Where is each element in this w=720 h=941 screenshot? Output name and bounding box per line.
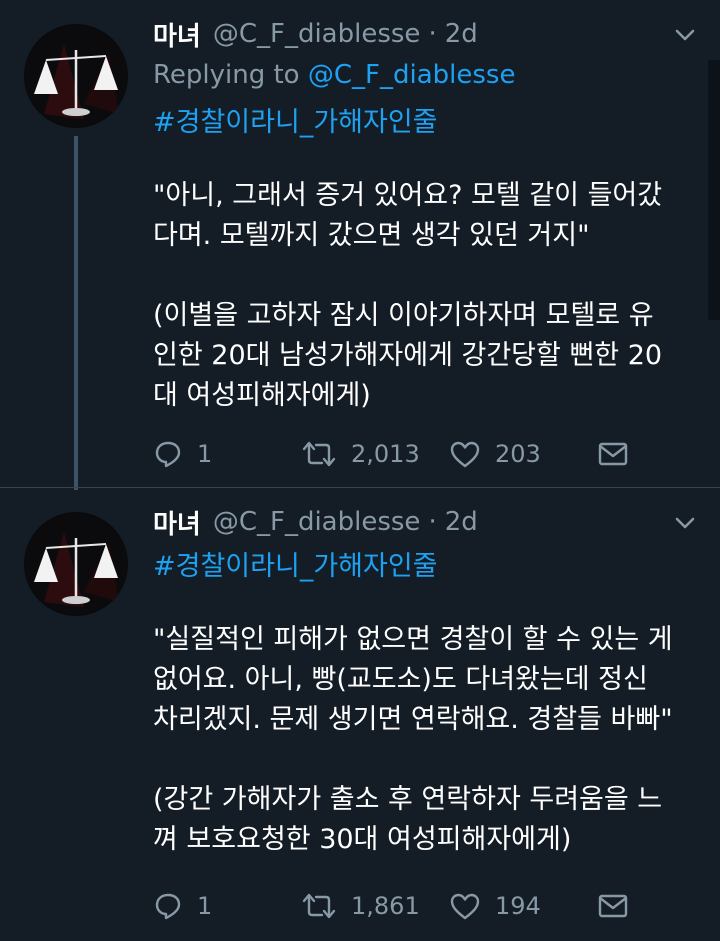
reply-icon — [155, 893, 181, 920]
envelope-icon — [598, 442, 628, 466]
text-line: 차리겠지. 문제 생기면 연락해요. 경찰들 바빠" — [153, 704, 673, 735]
chevron-down-icon[interactable] — [672, 510, 698, 536]
text-line: (이별을 고하자 잠시 이야기하자며 모텔로 유 — [153, 300, 654, 331]
like-button[interactable]: 194 — [449, 886, 541, 926]
hashtag-link[interactable]: #경찰이라니_가해자인줄 — [153, 100, 438, 139]
heart-icon — [450, 441, 480, 468]
tweet-text-quote: "실질적인 피해가 없으면 경찰이 할 수 있는 게 없어요. 아니, 빵(교도… — [153, 620, 693, 740]
reply-count: 1 — [197, 892, 213, 920]
text-line: "실질적인 피해가 없으면 경찰이 할 수 있는 게 — [153, 624, 673, 655]
like-count: 194 — [495, 892, 541, 920]
retweet-icon — [302, 893, 336, 919]
timestamp[interactable]: 2d — [445, 19, 478, 49]
scrollbar[interactable] — [708, 60, 720, 320]
tweet-header: 마녀 @C_F_diablesse · 2d — [153, 504, 478, 540]
hashtag-link[interactable]: #경찰이라니_가해자인줄 — [153, 544, 438, 583]
retweet-count: 2,013 — [351, 440, 420, 468]
avatar[interactable] — [24, 24, 128, 128]
tweet[interactable]: 마녀 @C_F_diablesse · 2d #경찰이라니_가해자인줄 "실질적… — [0, 488, 720, 941]
text-line: 대 여성피해자에게) — [153, 380, 371, 411]
tweet-text-quote: "아니, 그래서 증거 있어요? 모텔 같이 들어갔 다며. 모텔까지 갔으면 … — [153, 176, 693, 256]
text-line: 인한 20대 남성가해자에게 강간당할 뻔한 20 — [153, 340, 663, 371]
text-line: (강간 가해자가 출소 후 연락하자 두려움을 느 — [153, 784, 663, 815]
text-line: 다며. 모텔까지 갔으면 생각 있던 거지" — [153, 220, 590, 251]
retweet-button[interactable]: 2,013 — [301, 434, 420, 474]
retweet-icon — [302, 441, 336, 467]
reply-button[interactable]: 1 — [153, 886, 212, 926]
envelope-icon — [598, 894, 628, 918]
display-name[interactable]: 마녀 — [153, 504, 201, 541]
text-line: 없어요. 아니, 빵(교도소)도 다녀왔는데 정신 — [153, 664, 648, 695]
handle[interactable]: @C_F_diablesse — [213, 507, 421, 537]
tweet-actions: 1 2,013 203 — [153, 434, 633, 474]
reply-icon — [155, 441, 181, 468]
text-line: 껴 보호요청한 30대 여성피해자에게) — [153, 824, 572, 855]
avatar[interactable] — [24, 512, 128, 616]
display-name[interactable]: 마녀 — [153, 16, 201, 53]
direct-message-button[interactable] — [597, 886, 629, 926]
tweet-text-context: (이별을 고하자 잠시 이야기하자며 모텔로 유 인한 20대 남성가해자에게 … — [153, 296, 693, 416]
text-line: "아니, 그래서 증거 있어요? 모텔 같이 들어갔 — [153, 180, 663, 211]
handle[interactable]: @C_F_diablesse — [213, 19, 421, 49]
replying-to: Replying to @C_F_diablesse — [153, 60, 515, 90]
reply-button[interactable]: 1 — [153, 434, 212, 474]
tweet[interactable]: 마녀 @C_F_diablesse · 2d Replying to @C_F_… — [0, 0, 720, 490]
heart-icon — [450, 893, 480, 920]
like-button[interactable]: 203 — [449, 434, 541, 474]
replying-to-link[interactable]: @C_F_diablesse — [308, 60, 516, 90]
scales-of-justice-image — [24, 512, 128, 616]
retweet-count: 1,861 — [351, 892, 420, 920]
direct-message-button[interactable] — [597, 434, 629, 474]
separator: · — [428, 507, 437, 537]
tweet-header: 마녀 @C_F_diablesse · 2d — [153, 16, 478, 52]
thread-connector-line — [74, 136, 78, 490]
like-count: 203 — [495, 440, 541, 468]
retweet-button[interactable]: 1,861 — [301, 886, 420, 926]
reply-count: 1 — [197, 440, 213, 468]
separator: · — [428, 19, 437, 49]
tweet-actions: 1 1,861 194 — [153, 886, 633, 926]
tweet-text-context: (강간 가해자가 출소 후 연락하자 두려움을 느 껴 보호요청한 30대 여성… — [153, 780, 693, 860]
replying-prefix: Replying to — [153, 60, 300, 90]
chevron-down-icon[interactable] — [672, 22, 698, 48]
scales-of-justice-image — [24, 24, 128, 128]
timestamp[interactable]: 2d — [445, 507, 478, 537]
